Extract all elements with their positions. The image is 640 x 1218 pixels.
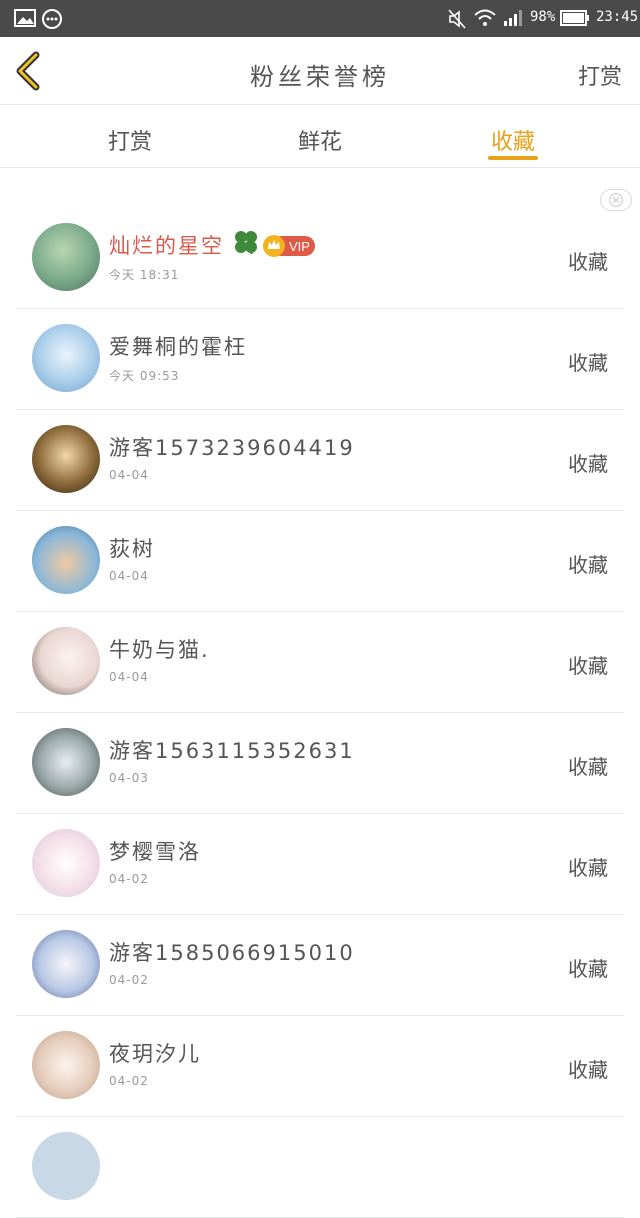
avatar — [32, 1031, 100, 1099]
list-item-action: 收藏 — [568, 351, 608, 375]
vip-label: VIP — [289, 239, 310, 254]
tab-favorites[interactable]: 收藏 — [463, 124, 563, 156]
vip-badge: VIP — [263, 235, 315, 257]
user-name: 牛奶与猫. — [109, 638, 210, 662]
avatar — [32, 829, 100, 897]
list-item-action: 收藏 — [568, 654, 608, 678]
list-item[interactable]: 夜玥汐儿 04-02 收藏 — [0, 1016, 640, 1117]
list-item-action: 收藏 — [568, 1058, 608, 1082]
battery-percent: 98% — [530, 9, 556, 25]
list-item-time: 04-02 — [109, 872, 149, 886]
list-item-action: 收藏 — [568, 553, 608, 577]
list-item-time: 04-04 — [109, 468, 149, 482]
header: 粉丝荣誉榜 打赏 — [0, 37, 640, 105]
clover-icon — [235, 231, 257, 255]
fan-list: 灿烂的星空 VIP 今天 18:31 收藏 爱舞桐的霍枉 今天 09:53 收藏… — [0, 208, 640, 1218]
tab-bar: 打赏 鲜花 收藏 — [0, 106, 640, 168]
avatar — [32, 728, 100, 796]
user-name: 梦樱雪洛 — [109, 840, 201, 864]
list-item-action: 收藏 — [568, 452, 608, 476]
list-item[interactable]: 荻树 04-04 收藏 — [0, 511, 640, 612]
active-tab-indicator — [488, 156, 538, 160]
list-item-time: 今天 18:31 — [109, 268, 180, 282]
mute-icon — [448, 9, 466, 29]
wifi-icon — [474, 9, 496, 26]
clock: 23:45 — [596, 9, 639, 25]
list-item-time: 04-02 — [109, 1074, 149, 1088]
more-icon — [42, 9, 62, 29]
list-item-time: 04-04 — [109, 670, 149, 684]
user-name: 荻树 — [109, 537, 155, 561]
list-item-action: 收藏 — [568, 856, 608, 880]
list-item-action: 收藏 — [568, 250, 608, 274]
list-item[interactable]: 游客1563115352631 04-03 收藏 — [0, 713, 640, 814]
user-name: 夜玥汐儿 — [109, 1042, 201, 1066]
list-item-time: 04-03 — [109, 771, 149, 785]
user-name: 游客1573239604419 — [109, 436, 355, 460]
battery-icon — [560, 10, 589, 26]
signal-icon — [504, 10, 522, 26]
list-item-action: 收藏 — [568, 755, 608, 779]
user-name: 灿烂的星空 — [109, 234, 224, 258]
avatar — [32, 526, 100, 594]
list-item[interactable]: 游客1573239604419 04-04 收藏 — [0, 410, 640, 511]
list-item[interactable]: 灿烂的星空 VIP 今天 18:31 收藏 — [0, 208, 640, 309]
list-item[interactable]: 牛奶与猫. 04-04 收藏 — [0, 612, 640, 713]
user-name: 游客1585066915010 — [109, 941, 355, 965]
list-item-time: 04-04 — [109, 569, 149, 583]
status-bar: 98% 23:45 — [0, 0, 640, 37]
list-item-time: 04-02 — [109, 973, 149, 987]
list-item-partial — [0, 1117, 640, 1218]
list-item[interactable]: 梦樱雪洛 04-02 收藏 — [0, 814, 640, 915]
avatar — [32, 223, 100, 291]
avatar — [32, 930, 100, 998]
avatar — [32, 425, 100, 493]
list-item-time: 今天 09:53 — [109, 369, 180, 383]
tip-button[interactable]: 打赏 — [578, 59, 622, 91]
avatar — [32, 1132, 100, 1200]
user-name: 爱舞桐的霍枉 — [109, 335, 247, 359]
tab-tip[interactable]: 打赏 — [80, 124, 180, 156]
list-item[interactable]: 爱舞桐的霍枉 今天 09:53 收藏 — [0, 309, 640, 410]
avatar — [32, 627, 100, 695]
list-item[interactable]: 游客1585066915010 04-02 收藏 — [0, 915, 640, 1016]
list-item-action: 收藏 — [568, 957, 608, 981]
page-title: 粉丝荣誉榜 — [250, 63, 390, 91]
avatar — [32, 324, 100, 392]
gallery-icon — [14, 9, 36, 27]
user-name: 游客1563115352631 — [109, 739, 355, 763]
tab-flowers[interactable]: 鲜花 — [270, 124, 370, 156]
